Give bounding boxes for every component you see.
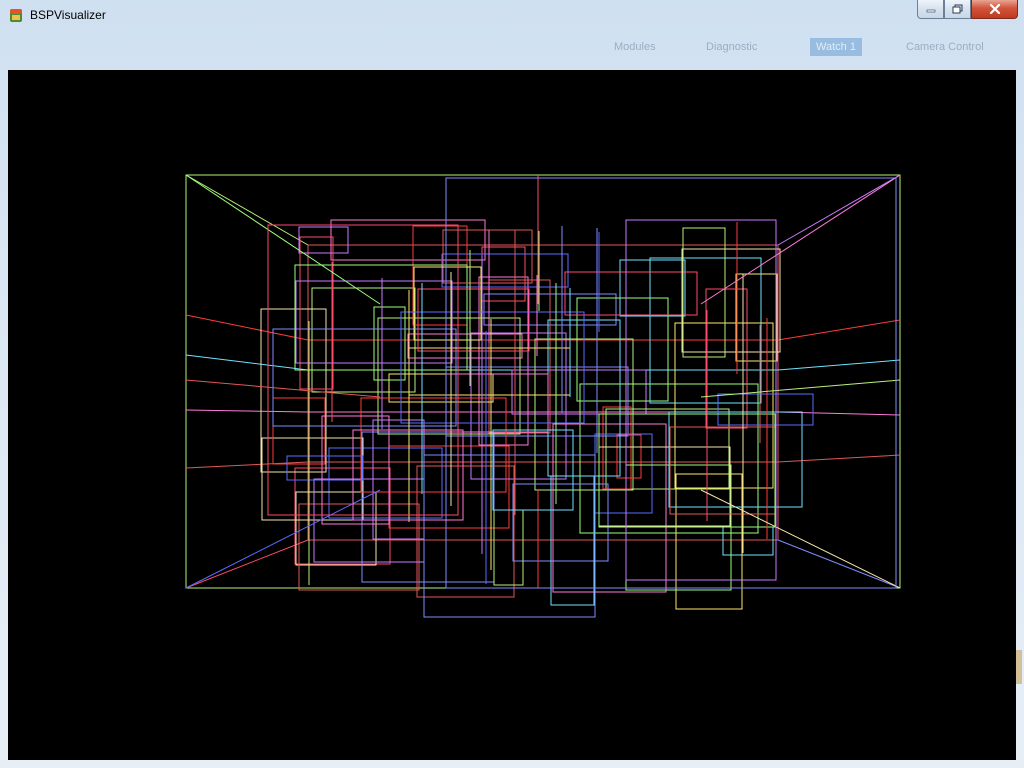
title-bar[interactable]: BSPVisualizer [0, 0, 1024, 30]
maximize-button[interactable] [944, 0, 971, 19]
wireframe-box [407, 333, 523, 359]
wireframe-box [272, 397, 326, 465]
wireframe-box [416, 465, 515, 598]
wireframe-box [576, 297, 669, 402]
wireframe-box [441, 253, 569, 288]
minimize-icon [926, 9, 935, 13]
wireframe-edge [185, 489, 381, 589]
wireframe-box [668, 411, 803, 508]
window-frame: Modules Diagnostic Watch 1 Camera Contro… [0, 0, 1024, 768]
close-icon [989, 4, 1000, 14]
restore-icon [952, 4, 962, 14]
wireframe-box [481, 246, 526, 302]
wireframe-box [298, 503, 420, 591]
background-tab-camera: Camera Control [906, 41, 984, 53]
wireframe-edge [185, 409, 309, 413]
wireframe-edge [185, 461, 309, 469]
render-viewport[interactable] [8, 70, 1016, 760]
background-window-edge [1016, 650, 1022, 684]
wireframe-box [470, 332, 567, 480]
wireframe-box [717, 393, 814, 426]
wireframe-box [594, 433, 653, 514]
caption-buttons [917, 0, 1018, 20]
wireframe-edge [777, 174, 901, 246]
wireframe-box [619, 259, 686, 317]
minimize-button[interactable] [917, 0, 944, 19]
wireframe-box [616, 434, 642, 479]
wireframe-box [552, 423, 667, 593]
wireframe-edge [777, 454, 901, 463]
wireframe-box [605, 408, 730, 490]
wireframe-box [260, 308, 327, 473]
wireframe-edge [777, 359, 901, 371]
wireframe-edge [185, 174, 381, 305]
wireframe-box [299, 236, 334, 390]
wireframe-edge [185, 379, 381, 398]
background-tab-modules: Modules [614, 41, 656, 53]
window-title: BSPVisualizer [30, 8, 106, 22]
wireframe-box [492, 429, 574, 511]
bsp-app-icon [10, 9, 22, 22]
close-button[interactable] [971, 0, 1018, 19]
wireframe-box [377, 317, 521, 435]
wireframe-edge [185, 354, 309, 371]
wireframe-box [417, 288, 530, 352]
wireframe-box [412, 225, 468, 326]
wireframe-edge [777, 539, 901, 589]
wireframe-box [598, 413, 776, 528]
wireframe-edge [185, 314, 309, 341]
wireframe-box [705, 288, 748, 429]
bsp-wireframe-scene [185, 174, 901, 618]
wireframe-box [442, 229, 533, 284]
background-tab-diagnostic: Diagnostic [706, 41, 758, 53]
background-tab-watch: Watch 1 [810, 38, 862, 56]
wireframe-edge [185, 539, 309, 589]
wireframe-box [735, 273, 778, 362]
wireframe-edge [700, 174, 901, 305]
wireframe-edge [185, 174, 309, 246]
wireframe-box [298, 226, 349, 254]
wireframe-edge [777, 319, 901, 341]
